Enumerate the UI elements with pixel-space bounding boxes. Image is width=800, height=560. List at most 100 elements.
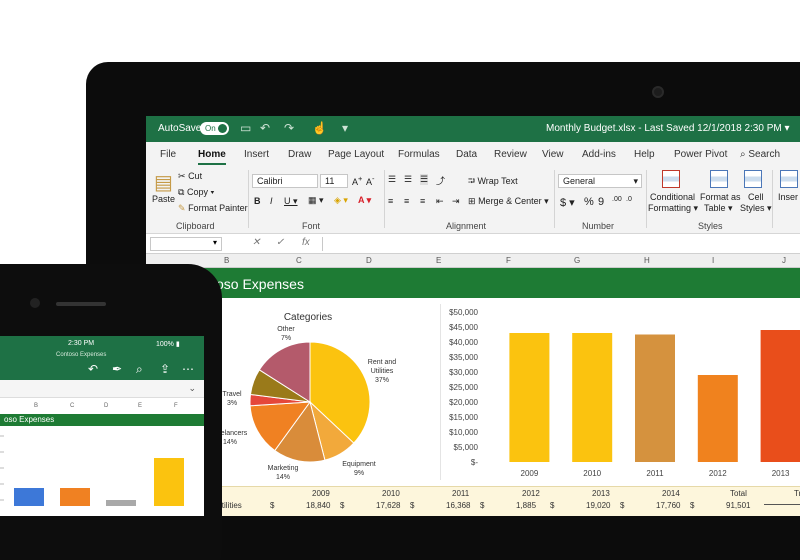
- bar[interactable]: [509, 333, 550, 462]
- align-middle-icon[interactable]: ☰: [404, 174, 412, 185]
- enter-icon[interactable]: ✓: [276, 237, 284, 248]
- column-header[interactable]: F: [506, 256, 511, 265]
- bar[interactable]: [154, 458, 184, 506]
- column-header[interactable]: I: [712, 256, 714, 265]
- font-size-select[interactable]: 11: [320, 174, 348, 188]
- column-header[interactable]: B: [34, 403, 38, 409]
- bar[interactable]: [635, 334, 675, 463]
- bar[interactable]: [572, 333, 613, 462]
- percent-icon[interactable]: %: [584, 196, 594, 208]
- table-cell[interactable]: 17,628: [376, 501, 400, 510]
- bar[interactable]: [697, 375, 738, 462]
- autosave-toggle[interactable]: On: [200, 122, 229, 135]
- shrink-font-icon[interactable]: A-: [366, 174, 375, 187]
- table-cell[interactable]: 1,885: [516, 501, 536, 510]
- bar-chart[interactable]: $- $5,000 $10,000 $15,000 $20,000 $25,000 $30,…: [438, 298, 800, 486]
- pen-icon[interactable]: ✒: [112, 362, 122, 376]
- share-icon[interactable]: ⇪: [160, 362, 170, 376]
- align-center-icon[interactable]: ≡: [404, 196, 409, 206]
- column-header[interactable]: E: [436, 256, 441, 265]
- tab-draw[interactable]: Draw: [288, 149, 311, 160]
- decrease-decimal-icon[interactable]: .0: [626, 196, 632, 203]
- paste-icon[interactable]: ▤: [154, 170, 173, 195]
- wrap-text-button[interactable]: ⮒ Wrap Text: [468, 174, 518, 190]
- currency-icon[interactable]: $ ▾: [560, 196, 575, 209]
- tab-insert[interactable]: Insert: [244, 149, 269, 160]
- table-cell[interactable]: 19,020: [586, 501, 610, 510]
- italic-icon[interactable]: I: [270, 196, 273, 206]
- align-bottom-icon[interactable]: ☰: [420, 174, 429, 185]
- number-format-select[interactable]: General ▾: [558, 174, 642, 188]
- underline-icon[interactable]: U ▾: [284, 196, 298, 207]
- more-icon[interactable]: ⋯: [182, 362, 194, 376]
- paste-button[interactable]: Paste: [152, 194, 175, 204]
- fill-color-icon[interactable]: ◈ ▾: [334, 195, 348, 206]
- grow-font-icon[interactable]: A+: [352, 174, 362, 187]
- table-cell[interactable]: 18,840: [306, 501, 330, 510]
- insert-cells-icon[interactable]: [780, 170, 798, 188]
- bar[interactable]: [14, 488, 44, 506]
- tab-data[interactable]: Data: [456, 149, 477, 160]
- conditional-formatting-button[interactable]: Conditional: [650, 192, 695, 202]
- comma-icon[interactable]: 9: [598, 196, 604, 208]
- align-right-icon[interactable]: ≡: [420, 196, 425, 206]
- tab-formulas[interactable]: Formulas: [398, 149, 440, 160]
- column-header[interactable]: D: [104, 403, 108, 409]
- font-color-icon[interactable]: A ▾: [358, 195, 371, 206]
- tab-home[interactable]: Home: [198, 149, 226, 165]
- name-box[interactable]: ▾: [150, 237, 222, 251]
- table-cell[interactable]: 91,501: [726, 501, 750, 510]
- column-header[interactable]: F: [174, 403, 178, 409]
- table-cell[interactable]: 17,760: [656, 501, 680, 510]
- tab-page-layout[interactable]: Page Layout: [328, 149, 384, 160]
- tab-power-pivot[interactable]: Power Pivot: [674, 149, 727, 160]
- bar[interactable]: [60, 488, 90, 506]
- chevron-down-icon[interactable]: ⌄: [188, 383, 196, 394]
- align-top-icon[interactable]: ☰: [388, 174, 396, 185]
- table-cell[interactable]: 16,368: [446, 501, 470, 510]
- column-header[interactable]: B: [224, 256, 229, 265]
- touch-mode-icon[interactable]: ☝: [312, 121, 327, 135]
- cell-styles-button[interactable]: Cell: [748, 192, 764, 202]
- undo-icon[interactable]: ↶: [260, 121, 270, 135]
- conditional-formatting-icon[interactable]: [662, 170, 680, 188]
- insert-cells-button[interactable]: Inser: [778, 192, 798, 202]
- orientation-icon[interactable]: ⤴: [436, 174, 445, 187]
- align-left-icon[interactable]: ≡: [388, 196, 393, 206]
- font-name-select[interactable]: Calibri: [252, 174, 318, 188]
- bar[interactable]: [760, 330, 800, 462]
- customize-toolbar-icon[interactable]: ▾: [342, 121, 348, 135]
- bar[interactable]: [106, 500, 136, 506]
- cancel-icon[interactable]: ✕: [252, 237, 260, 248]
- tab-review[interactable]: Review: [494, 149, 527, 160]
- decrease-indent-icon[interactable]: ⇤: [436, 196, 444, 207]
- format-as-table-button[interactable]: Format as: [700, 192, 741, 202]
- cell-styles-icon[interactable]: [744, 170, 762, 188]
- column-header[interactable]: C: [296, 256, 302, 265]
- redo-icon[interactable]: ↷: [284, 121, 294, 135]
- search-icon[interactable]: ⌕: [136, 362, 143, 377]
- column-header[interactable]: E: [138, 403, 142, 409]
- column-header[interactable]: G: [574, 256, 580, 265]
- column-header[interactable]: C: [70, 403, 74, 409]
- merge-center-button[interactable]: ⊞ Merge & Center ▾: [468, 196, 549, 207]
- save-icon[interactable]: ▭: [240, 121, 251, 135]
- cut-button[interactable]: ✂ Cut: [178, 171, 202, 182]
- increase-decimal-icon[interactable]: .00: [612, 196, 622, 203]
- format-as-table-icon[interactable]: [710, 170, 728, 188]
- mobile-bar-chart[interactable]: [0, 428, 204, 508]
- undo-icon[interactable]: ↶: [88, 362, 98, 376]
- tab-help[interactable]: Help: [634, 149, 655, 160]
- column-header[interactable]: D: [366, 256, 372, 265]
- column-header[interactable]: J: [782, 256, 786, 265]
- format-painter-button[interactable]: ✎ Format Painter: [178, 203, 248, 214]
- mobile-formula-bar[interactable]: ⌄: [0, 380, 204, 398]
- copy-button[interactable]: ⧉ Copy ▾: [178, 187, 214, 198]
- search-box[interactable]: ⌕ Search: [740, 149, 780, 160]
- function-icon[interactable]: fx: [302, 237, 310, 248]
- formula-input[interactable]: [322, 237, 800, 251]
- tab-view[interactable]: View: [542, 149, 564, 160]
- increase-indent-icon[interactable]: ⇥: [452, 196, 460, 207]
- bold-icon[interactable]: B: [254, 196, 261, 206]
- tab-add-ins[interactable]: Add-ins: [582, 149, 616, 160]
